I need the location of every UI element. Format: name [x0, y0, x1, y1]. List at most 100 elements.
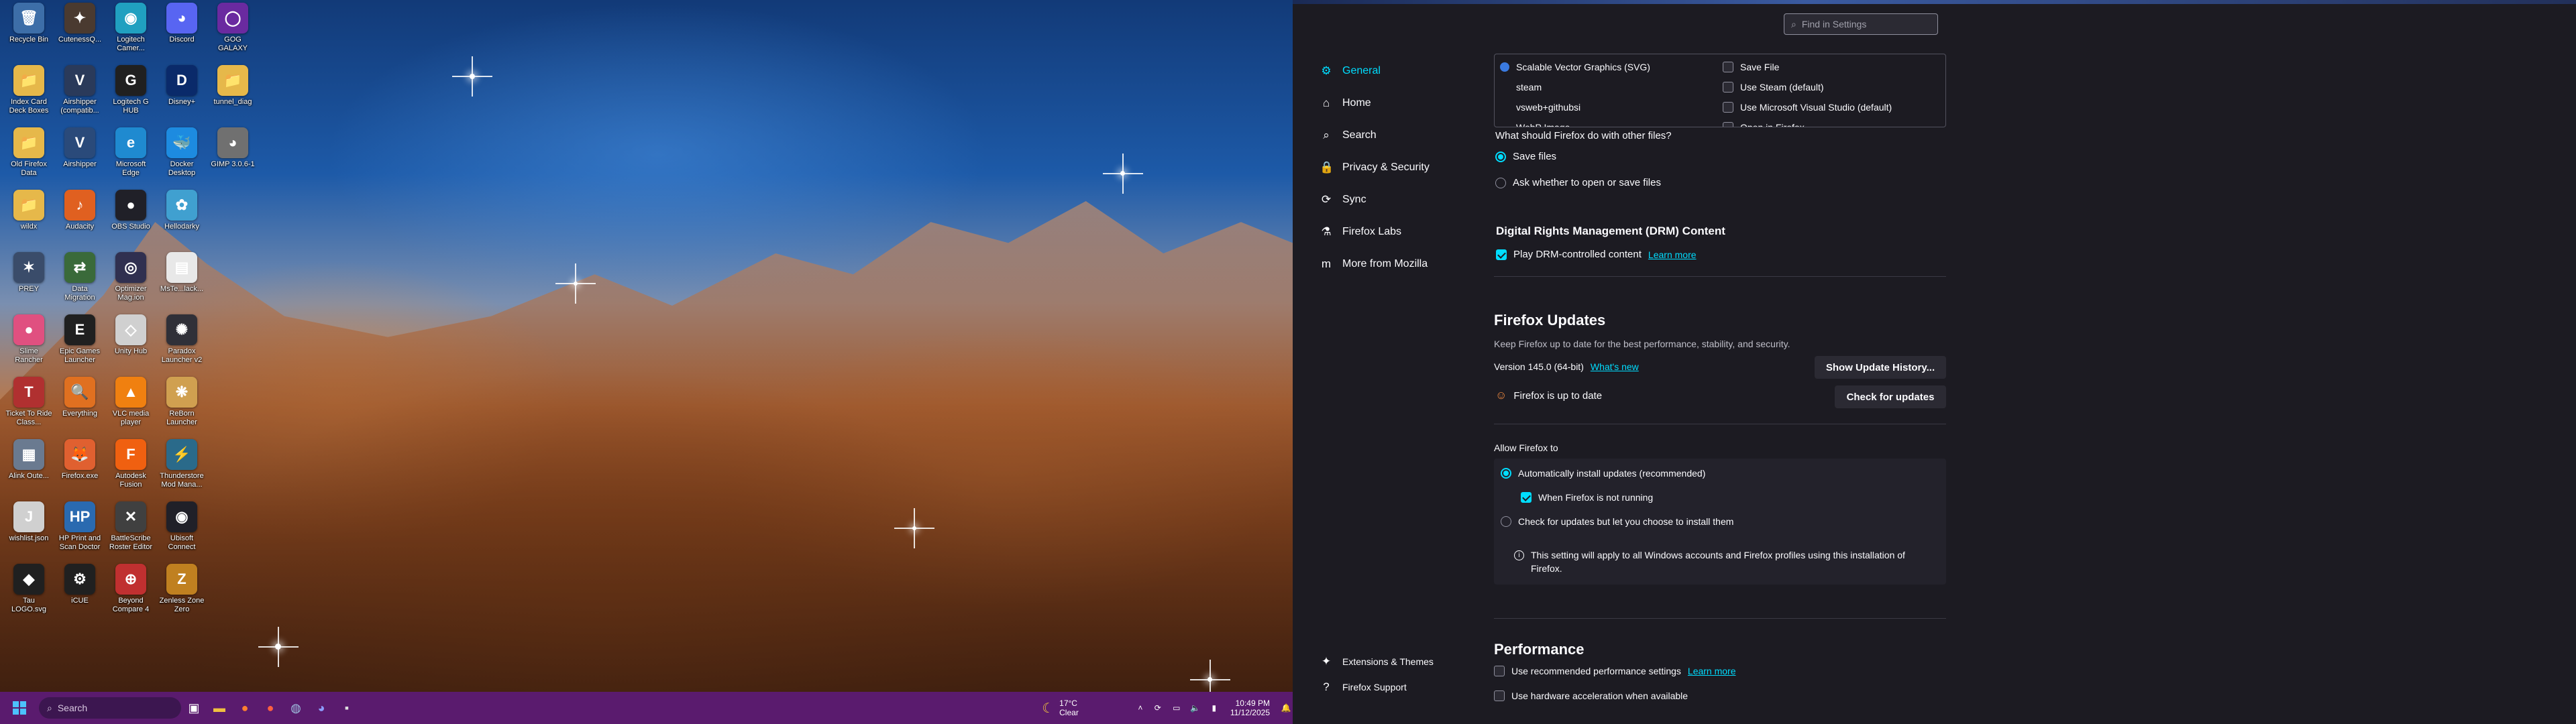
whats-new-link[interactable]: What's new	[1591, 361, 1639, 372]
recommended-performance-checkbox[interactable]	[1494, 666, 1505, 676]
firefox-taskbar-icon[interactable]: ●	[232, 695, 258, 721]
radio-selected[interactable]	[1501, 468, 1511, 479]
action-cell[interactable]: Save File	[1723, 57, 1892, 77]
notification-bell-icon[interactable]: 🔔	[1279, 695, 1293, 721]
content-type-cell[interactable]: steam	[1500, 77, 1650, 97]
app-taskbar-icon[interactable]: ▪	[334, 695, 360, 721]
footer-link-extensions-themes[interactable]: ✦ Extensions & Themes	[1320, 649, 1434, 674]
desktop-icon[interactable]: D Disney+	[158, 65, 205, 107]
desktop-icon[interactable]: e Microsoft Edge	[107, 127, 154, 178]
desktop-icon[interactable]: ◆ Tau LOGO.svg	[5, 564, 52, 614]
drm-learn-more-link[interactable]: Learn more	[1648, 249, 1697, 260]
desktop-icon[interactable]: 🦊 Firefox.exe	[56, 439, 103, 481]
desktop-icon[interactable]: ⚡ Thunderstore Mod Mana...	[158, 439, 205, 489]
desktop-icon[interactable]: 📁 wildx	[5, 190, 52, 231]
desktop-icon[interactable]: Jwishlist.json	[5, 501, 52, 543]
nav-item-privacy-security[interactable]: 🔒 Privacy & Security	[1313, 152, 1474, 184]
discord-taskbar-icon[interactable]: ◕	[309, 695, 334, 721]
action-cell[interactable]: Open in Firefox	[1723, 117, 1892, 127]
desktop-icon[interactable]: ▦ Alink Oute...	[5, 439, 52, 481]
desktop-icon[interactable]: ✕ BattleScribe Roster Editor	[107, 501, 154, 552]
nav-item-search[interactable]: ⌕ Search	[1313, 119, 1474, 152]
desktop-icon[interactable]: ◉ Logitech Camer...	[107, 3, 154, 53]
radio-unselected[interactable]	[1495, 177, 1506, 188]
nav-item-general[interactable]: ⚙ General	[1313, 55, 1474, 87]
drm-checkbox-row[interactable]: Play DRM-controlled content Learn more	[1496, 249, 1697, 260]
action-cell[interactable]: Use Microsoft Visual Studio (default)	[1723, 97, 1892, 117]
nav-item-home[interactable]: ⌂ Home	[1313, 87, 1474, 119]
desktop-icon[interactable]: 🐳 Docker Desktop	[158, 127, 205, 178]
ask-open-save-option[interactable]: Ask whether to open or save files	[1495, 177, 1661, 188]
desktop-icon[interactable]: ● Slime Rancher	[5, 314, 52, 365]
content-type-cell[interactable]: vsweb+githubsi	[1500, 97, 1650, 117]
desktop-icon[interactable]: F Autodesk Fusion	[107, 439, 154, 489]
desktop-icon[interactable]: ✿ Hellodarky	[158, 190, 205, 231]
network-icon[interactable]: ▭	[1167, 695, 1186, 721]
file-explorer-icon[interactable]: ▬	[207, 695, 232, 721]
recommended-performance-row[interactable]: Use recommended performance settings Lea…	[1494, 666, 1736, 676]
desktop-icon[interactable]: ⊕ Beyond Compare 4	[107, 564, 154, 614]
show-update-history-button[interactable]: Show Update History...	[1815, 356, 1946, 379]
firefox-taskbar-icon-2[interactable]: ●	[258, 695, 283, 721]
desktop-icon[interactable]: ⇄ Data Migration	[56, 252, 103, 302]
desktop-icon[interactable]: 📁 Index Card Deck Boxes	[5, 65, 52, 115]
task-view-icon[interactable]: ▣	[181, 695, 207, 721]
not-running-option[interactable]: When Firefox is not running	[1521, 492, 1653, 503]
manual-install-option[interactable]: Check for updates but let you choose to …	[1501, 516, 1733, 527]
weather-widget[interactable]: ☾ 17°C Clear	[1042, 695, 1079, 721]
desktop-icon[interactable]: ◎ Optimizer Mag.ion	[107, 252, 154, 302]
desktop-icon[interactable]: ⚙ iCUE	[56, 564, 103, 605]
desktop-icon[interactable]: E Epic Games Launcher	[56, 314, 103, 365]
steam-taskbar-icon[interactable]: ◍	[283, 695, 309, 721]
desktop-icon[interactable]: HP HP Print and Scan Doctor	[56, 501, 103, 552]
radio-unselected[interactable]	[1501, 516, 1511, 527]
auto-install-option[interactable]: Automatically install updates (recommend…	[1501, 468, 1705, 479]
check-for-updates-button[interactable]: Check for updates	[1835, 385, 1946, 408]
find-in-settings-input[interactable]: ⌕ Find in Settings	[1784, 13, 1938, 35]
action-cell[interactable]: Use Steam (default)	[1723, 77, 1892, 97]
desktop-icon[interactable]: ✺ Paradox Launcher v2	[158, 314, 205, 365]
desktop-icon[interactable]: V Airshipper	[56, 127, 103, 169]
battery-icon[interactable]: ▮	[1205, 695, 1224, 721]
footer-link-firefox-support[interactable]: ? Firefox Support	[1320, 674, 1434, 700]
hardware-acceleration-row[interactable]: Use hardware acceleration when available	[1494, 690, 1688, 701]
desktop-icon[interactable]: T Ticket To Ride Class...	[5, 377, 52, 427]
desktop-icon[interactable]: ◕ GIMP 3.0.6-1	[209, 127, 256, 169]
desktop-icon[interactable]: ◇ Unity Hub	[107, 314, 154, 356]
desktop-icon[interactable]: ✶ PREY	[5, 252, 52, 294]
desktop-icon[interactable]: ◕ Discord	[158, 3, 205, 44]
nav-item-firefox-labs[interactable]: ⚗ Firefox Labs	[1313, 216, 1474, 248]
desktop-icon[interactable]: ◉ Ubisoft Connect	[158, 501, 205, 552]
content-type-cell[interactable]: Scalable Vector Graphics (SVG)	[1500, 57, 1650, 77]
taskbar-search-box[interactable]: ⌕ Search	[39, 697, 181, 719]
nav-item-more-from-mozilla[interactable]: m More from Mozilla	[1313, 248, 1474, 280]
not-running-checkbox[interactable]	[1521, 492, 1532, 503]
desktop-icon[interactable]: 🔍 Everything	[56, 377, 103, 418]
start-button[interactable]	[7, 695, 32, 721]
desktop-icon[interactable]: ◯ GOG GALAXY	[209, 3, 256, 53]
save-files-option[interactable]: Save files	[1495, 151, 1556, 162]
performance-learn-more-link[interactable]: Learn more	[1688, 666, 1736, 676]
radio-selected[interactable]	[1495, 151, 1506, 162]
drm-checkbox[interactable]	[1496, 249, 1507, 260]
nav-item-sync[interactable]: ⟳ Sync	[1313, 184, 1474, 216]
hardware-acceleration-checkbox[interactable]	[1494, 690, 1505, 701]
speaker-icon[interactable]: 🔈	[1186, 695, 1205, 721]
sync-tray-icon[interactable]: ⟳	[1148, 695, 1167, 721]
desktop-icon[interactable]: ▲ VLC media player	[107, 377, 154, 427]
desktop-icon[interactable]: V Airshipper (compatib...	[56, 65, 103, 115]
desktop-icon[interactable]: ❋ ReBorn Launcher	[158, 377, 205, 427]
content-type-cell[interactable]: WebP Image	[1500, 117, 1650, 127]
desktop-icon[interactable]: ▤ MsTe...lack...	[158, 252, 205, 294]
clock[interactable]: 10:49 PM 11/12/2025	[1230, 695, 1270, 721]
desktop-icon[interactable]: ♪ Audacity	[56, 190, 103, 231]
desktop-icon[interactable]: ✦ CutenessQ...	[56, 3, 103, 44]
desktop-icon[interactable]: 📁 Old Firefox Data	[5, 127, 52, 178]
desktop-icon[interactable]: Z Zenless Zone Zero	[158, 564, 205, 614]
desktop-icon[interactable]: ● OBS Studio	[107, 190, 154, 231]
desktop-icon[interactable]: 📁 tunnel_diag	[209, 65, 256, 107]
desktop-icon[interactable]: 🗑 Recycle Bin	[5, 3, 52, 44]
applications-table[interactable]: Scalable Vector Graphics (SVG) steam vsweb…	[1494, 54, 1946, 127]
desktop-icon[interactable]: G Logitech G HUB	[107, 65, 154, 115]
chevron-up-icon[interactable]: ˄	[1132, 695, 1148, 721]
